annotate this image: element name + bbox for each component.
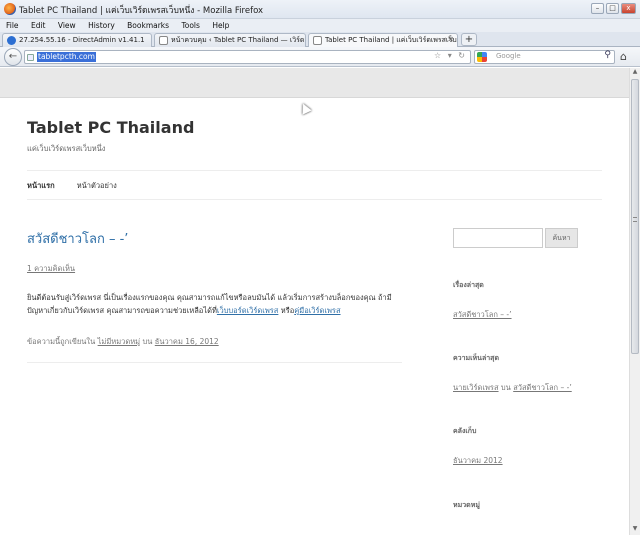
directadmin-icon xyxy=(7,36,16,45)
firefox-icon xyxy=(4,3,16,15)
menu-bookmarks[interactable]: Bookmarks xyxy=(127,19,169,32)
meta-prefix: ข้อความนี้ถูกเขียนใน xyxy=(27,337,98,346)
tab-bar: 27.254.55.16 - DirectAdmin v1.41.1 หน้าค… xyxy=(0,32,640,47)
mouse-cursor-icon xyxy=(298,101,312,115)
divider xyxy=(27,362,402,363)
search-icon[interactable]: ⚲ xyxy=(604,50,611,60)
site-description: แค่เว็บเวิร์ดเพรสเว็บหนึ่ง xyxy=(27,144,106,153)
sidebar-search-input[interactable] xyxy=(453,228,543,248)
tab-label: Tablet PC Thailand | แค่เว็บเวิร์ดเพรสเว… xyxy=(325,36,458,44)
menu-history[interactable]: History xyxy=(88,19,115,32)
minimize-button[interactable]: – xyxy=(591,3,604,14)
tab-label: หน้าควบคุม ‹ Tablet PC Thailand — เวิร์ด… xyxy=(171,36,306,44)
category-link[interactable]: ไม่มีหมวดหมู่ xyxy=(98,337,141,346)
url-text[interactable]: tabletpcth.com xyxy=(37,52,96,62)
scroll-thumb[interactable] xyxy=(631,79,639,354)
back-button[interactable]: ← xyxy=(4,48,22,66)
maximize-button[interactable]: □ xyxy=(606,3,619,14)
divider xyxy=(27,199,602,200)
window-titlebar: Tablet PC Thailand | แค่เว็บเวิร์ดเพรสเว… xyxy=(0,0,640,19)
date-link[interactable]: ธันวาคม 16, 2012 xyxy=(155,337,219,346)
categories-title: หมวดหมู่ xyxy=(453,501,480,509)
recent-comment-item: นายเวิร์ดเพรส บน สวัสดีชาวโลก – -’ xyxy=(453,382,572,394)
post-meta: ข้อความนี้ถูกเขียนใน ไม่มีหมวดหมู่ บน ธั… xyxy=(27,336,407,348)
menu-edit[interactable]: Edit xyxy=(31,19,46,32)
close-window-button[interactable]: x xyxy=(621,3,636,14)
sidebar-search-button[interactable]: ค้นหา xyxy=(545,228,578,248)
menu-view[interactable]: View xyxy=(58,19,76,32)
comments-link[interactable]: 1 ความคิดเห็น xyxy=(27,263,75,275)
divider xyxy=(27,170,602,171)
site-identity-icon[interactable] xyxy=(27,54,34,61)
admin-bar-placeholder xyxy=(0,68,629,98)
menu-bar: File Edit View History Bookmarks Tools H… xyxy=(0,19,640,32)
docs-link[interactable]: คู่มือเวิร์ดเพรส xyxy=(294,306,340,315)
menu-help[interactable]: Help xyxy=(212,19,229,32)
post-content: ยินดีต้อนรับสู่เวิร์ดเพรส นี่เป็นเรื่องแ… xyxy=(27,291,407,317)
archive-item: ธันวาคม 2012 xyxy=(453,455,503,467)
archives-title: คลังเก็บ xyxy=(453,427,477,435)
grip-icon xyxy=(633,217,637,222)
tab-tablet-pc-thailand[interactable]: Tablet PC Thailand | แค่เว็บเวิร์ดเพรสเว… xyxy=(308,33,458,47)
home-icon[interactable]: ⌂ xyxy=(620,50,627,63)
recent-posts-title: เรื่องล่าสุด xyxy=(453,281,484,289)
vertical-scrollbar[interactable]: ▲ ▼ xyxy=(629,68,640,535)
tab-label: 27.254.55.16 - DirectAdmin v1.41.1 xyxy=(19,36,145,44)
scroll-up-icon[interactable]: ▲ xyxy=(630,68,640,78)
search-bar[interactable]: Google ⚲ xyxy=(474,50,615,64)
close-tab-icon[interactable]: ✕ xyxy=(447,34,454,46)
tab-directadmin[interactable]: 27.254.55.16 - DirectAdmin v1.41.1 xyxy=(2,33,152,47)
recent-comments-title: ความเห็นล่าสุด xyxy=(453,354,499,362)
page-viewport: Tablet PC Thailand แค่เว็บเวิร์ดเพรสเว็บ… xyxy=(0,68,629,535)
or-text: หรือ xyxy=(278,306,295,315)
url-bar[interactable]: tabletpcth.com ☆ ▾ ↻ xyxy=(24,50,471,64)
recent-post-link[interactable]: สวัสดีชาวโลก – -’ xyxy=(453,310,512,319)
menu-tools[interactable]: Tools xyxy=(181,19,199,32)
forum-link[interactable]: เว็บบอร์ดเวิร์ดเพรส xyxy=(217,306,279,315)
scroll-down-icon[interactable]: ▼ xyxy=(630,525,640,535)
recent-post-item: สวัสดีชาวโลก – -’ xyxy=(453,309,512,321)
nav-home[interactable]: หน้าแรก xyxy=(27,180,55,192)
archive-link[interactable]: ธันวาคม 2012 xyxy=(453,456,503,465)
comment-post-link[interactable]: สวัสดีชาวโลก – -’ xyxy=(513,383,572,392)
site-navigation: หน้าแรก หน้าตัวอย่าง xyxy=(27,180,117,192)
tab-dashboard[interactable]: หน้าควบคุม ‹ Tablet PC Thailand — เวิร์ด… xyxy=(154,33,306,47)
comment-author-link[interactable]: นายเวิร์ดเพรส xyxy=(453,383,499,392)
post-title[interactable]: สวัสดีชาวโลก – -’ xyxy=(27,228,128,249)
nav-sample-page[interactable]: หน้าตัวอย่าง xyxy=(77,180,117,192)
page-icon xyxy=(313,36,322,45)
page-icon xyxy=(159,36,168,45)
window-title: Tablet PC Thailand | แค่เว็บเวิร์ดเพรสเว… xyxy=(19,6,264,16)
new-tab-button[interactable]: + xyxy=(461,33,477,46)
google-icon[interactable] xyxy=(477,52,487,62)
comment-on-text: บน xyxy=(498,383,514,392)
bookmark-reload-icons[interactable]: ☆ ▾ ↻ xyxy=(434,51,467,60)
menu-file[interactable]: File xyxy=(6,19,19,32)
site-title[interactable]: Tablet PC Thailand xyxy=(27,118,194,137)
meta-on: บน xyxy=(140,337,155,346)
search-placeholder: Google xyxy=(496,52,521,60)
navigation-toolbar: ← tabletpcth.com ☆ ▾ ↻ Google ⚲ ⌂ xyxy=(0,47,640,67)
